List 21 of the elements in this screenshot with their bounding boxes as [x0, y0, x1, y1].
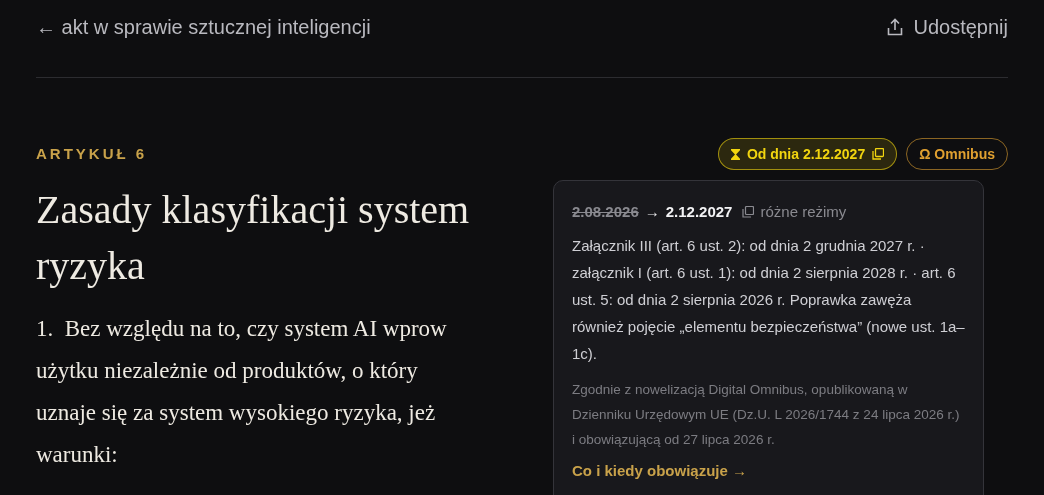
effective-date-badge[interactable]: Od dnia 2.12.2027 — [717, 138, 898, 170]
article-title-line: ryzyka — [36, 242, 145, 290]
old-date: 2.08.2026 — [572, 202, 639, 222]
paragraph-line: warunki: — [36, 441, 118, 469]
popover-note: Zgodnie z nowelizacją Digital Omnibus, opublikowaną w Dzienniku Urzędowym UE (Dz.U. L 2026/1744 z 24 lipca 2026 r.) i obowiązującą od 27 lipca 2026 r. — [572, 380, 961, 449]
share-icon — [887, 17, 904, 36]
paragraph-line: 1. Bez względu na to, czy system AI wprow — [36, 315, 447, 343]
hourglass-icon — [730, 148, 740, 160]
copy-icon — [742, 206, 755, 219]
date-arrow: → — [644, 202, 660, 222]
regime-note: różne reżimy — [760, 202, 847, 222]
back-link[interactable]: ← akt w sprawie sztucznej inteligencji — [36, 11, 371, 68]
copy-icon — [872, 148, 885, 160]
effective-dates-link[interactable]: Co i kiedy obowiązuje → — [572, 459, 965, 482]
popover-body: Załącznik III (art. 6 ust. 2): od dnia 2 grudnia 2027 r. · załącznik I (art. 6 ust. 1): od dnia 2 sierpnia 2028 r. · art. 6 ust. 5: od dnia 2 sierpnia 2026 r. Poprawka zawęża również pojęcie „elementu bezpieczeństwa” (nowe ust. 1a–1c). — [572, 235, 965, 364]
new-date: 2.12.2027 — [665, 202, 733, 222]
article-label: ARTYKUŁ 6 — [36, 143, 148, 164]
share-button[interactable]: Udostępnij — [887, 11, 1008, 68]
paragraph-line: użytku niezależnie od produktów, o który — [36, 357, 418, 385]
paragraph-line: uznaje się za system wysokiego ryzyka, jeż — [36, 399, 436, 427]
article-title-line: Zasady klasyfikacji system — [36, 186, 470, 234]
